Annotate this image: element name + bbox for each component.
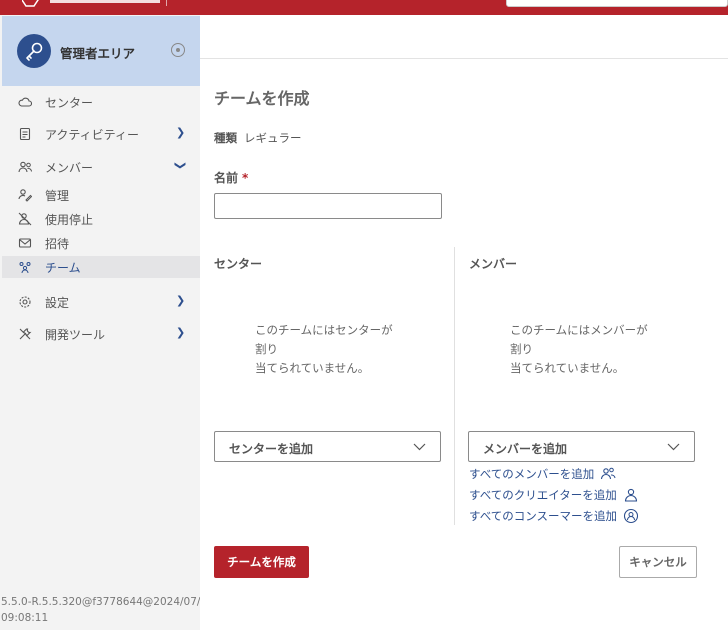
add-all-members-label: すべてのメンバーを追加 <box>469 467 595 481</box>
sidebar-item-label: 使用停止 <box>45 212 94 227</box>
sidebar-item-suspended[interactable]: 使用停止 <box>2 208 200 230</box>
page-title: チームを作成 <box>214 89 310 108</box>
add-all-consumers-label: すべてのコンスーマーを追加 <box>469 509 618 523</box>
people-icon <box>601 467 616 480</box>
name-label: 名前 * <box>214 169 248 186</box>
chevron-down-icon: ❯ <box>174 160 188 171</box>
gear-icon <box>18 295 32 309</box>
type-label: 種類 <box>214 131 237 145</box>
chevron-right-icon: ❯ <box>176 126 186 139</box>
column-divider <box>454 247 455 525</box>
chevron-right-icon: ❯ <box>176 326 186 339</box>
team-icon <box>18 260 32 274</box>
sidebar-item-dev-tools[interactable]: 開発ツール ❯ <box>2 323 200 345</box>
add-member-placeholder: メンバーを追加 <box>483 442 568 456</box>
sidebar-item-activity[interactable]: アクティビティー ❯ <box>2 123 200 145</box>
members-empty-line: 当てられていません。 <box>510 361 625 375</box>
sidebar-item-label: チーム <box>45 260 81 275</box>
sidebar: 管理者エリア センター アクティビティー ❯ メンバー ❯ 管理 使用停止 招待… <box>0 15 226 630</box>
top-bar <box>0 0 728 15</box>
add-center-placeholder: センターを追加 <box>229 442 314 456</box>
centers-empty-line: このチームにはセンターが割り <box>255 323 393 356</box>
person-blocked-icon <box>18 212 32 226</box>
sidebar-item-members[interactable]: メンバー ❯ <box>2 156 200 178</box>
create-team-panel: チームを作成 種類 レギュラー 名前 * センター このチームにはセンターが割り 当… <box>200 15 728 630</box>
add-all-creators-label: すべてのクリエイターを追加 <box>469 488 617 502</box>
add-member-dropdown[interactable]: メンバーを追加 <box>468 431 695 462</box>
add-all-members-link[interactable]: すべてのメンバーを追加 <box>469 466 616 482</box>
chevron-down-icon <box>413 443 426 451</box>
chevron-right-icon: ❯ <box>176 294 186 307</box>
sidebar-item-label: メンバー <box>45 160 94 175</box>
add-all-creators-link[interactable]: すべてのクリエイターを追加 <box>469 487 639 503</box>
add-center-dropdown[interactable]: センターを追加 <box>214 431 441 462</box>
version-info: 5.5.0-R.5.5.320@f3778644@2024/07/11 09:0… <box>1 594 223 626</box>
members-empty-message: このチームにはメンバーが割り 当てられていません。 <box>510 321 655 378</box>
tools-icon <box>18 327 32 341</box>
team-type-row: 種類 レギュラー <box>214 130 302 146</box>
people-icon <box>18 160 32 174</box>
version-time: 09:08:11 <box>1 612 49 624</box>
cloud-icon <box>18 95 32 109</box>
type-value: レギュラー <box>244 131 302 145</box>
admin-avatar <box>17 34 51 68</box>
add-all-consumers-link[interactable]: すべてのコンスーマーを追加 <box>469 508 639 524</box>
sidebar-item-manage[interactable]: 管理 <box>2 184 200 206</box>
admin-area-label: 管理者エリア <box>60 46 136 61</box>
chevron-down-icon <box>667 443 680 451</box>
create-team-button[interactable]: チームを作成 <box>214 546 309 578</box>
version-line: 5.5.0-R.5.5.320@f3778644@2024/07/11 <box>1 596 214 608</box>
sidebar-item-label: 管理 <box>45 188 70 203</box>
search-input[interactable] <box>506 0 728 7</box>
brand-logo[interactable] <box>22 0 172 8</box>
admin-area-header[interactable]: 管理者エリア <box>2 16 200 86</box>
person-icon <box>624 488 637 502</box>
sidebar-item-label: 招待 <box>45 236 70 251</box>
members-heading: メンバー <box>469 257 518 271</box>
admin-toggle-icon[interactable] <box>171 43 185 57</box>
sidebar-item-invite[interactable]: 招待 <box>2 232 200 254</box>
cancel-button[interactable]: キャンセル <box>619 546 697 578</box>
person-circle-icon <box>623 508 639 524</box>
centers-empty-message: このチームにはセンターが割り 当てられていません。 <box>255 321 400 378</box>
key-icon <box>26 42 43 61</box>
sidebar-item-center[interactable]: センター <box>2 91 200 113</box>
team-name-input[interactable] <box>214 193 442 219</box>
sidebar-item-label: アクティビティー <box>45 127 139 142</box>
name-label-text: 名前 <box>214 171 239 185</box>
mail-icon <box>18 236 32 250</box>
sidebar-item-team[interactable]: チーム <box>2 256 200 278</box>
centers-heading: センター <box>214 257 263 271</box>
required-marker: * <box>242 171 249 185</box>
sidebar-item-label: センター <box>45 95 94 110</box>
sidebar-item-settings[interactable]: 設定 ❯ <box>2 291 200 313</box>
panel-header <box>200 15 728 59</box>
centers-empty-line: 当てられていません。 <box>255 361 370 375</box>
clipboard-icon <box>18 127 32 141</box>
sidebar-item-label: 開発ツール <box>45 327 106 342</box>
sidebar-item-label: 設定 <box>45 295 70 310</box>
person-edit-icon <box>18 188 32 202</box>
members-empty-line: このチームにはメンバーが割り <box>510 323 648 356</box>
